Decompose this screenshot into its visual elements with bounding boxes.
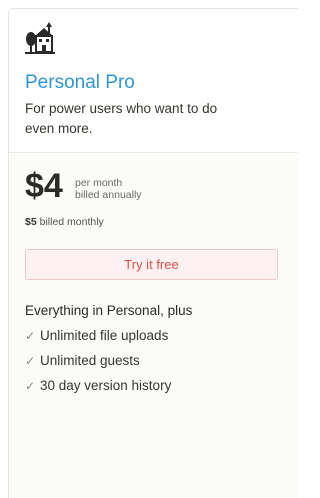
plan-name: Personal Pro bbox=[25, 72, 135, 93]
feature-item: ✓ 30 day version history bbox=[25, 378, 171, 393]
feature-label: Unlimited file uploads bbox=[40, 328, 169, 343]
monthly-billing-label: billed monthly bbox=[39, 216, 104, 228]
try-it-free-button[interactable]: Try it free bbox=[25, 249, 278, 280]
feature-label: 30 day version history bbox=[40, 378, 172, 393]
card-header: Personal Pro For power users who want to… bbox=[9, 9, 298, 152]
monthly-price-text: $5 billed monthly bbox=[25, 216, 104, 228]
feature-item: ✓ Unlimited file uploads bbox=[25, 328, 168, 343]
feature-item: ✓ Unlimited guests bbox=[25, 353, 140, 368]
price-note-billing: billed annually bbox=[75, 189, 142, 201]
price-note: per month billed annually bbox=[75, 177, 142, 201]
plan-description: For power users who want to do even more… bbox=[25, 101, 218, 136]
pricing-card: Personal Pro For power users who want to… bbox=[8, 8, 298, 498]
check-icon: ✓ bbox=[25, 354, 36, 368]
price: $4 bbox=[25, 167, 63, 205]
check-icon: ✓ bbox=[25, 329, 36, 343]
check-icon: ✓ bbox=[25, 379, 36, 393]
card-body: $4 per month billed annually $5 billed m… bbox=[9, 152, 298, 498]
building-icon bbox=[25, 22, 55, 54]
monthly-price: $5 bbox=[25, 216, 37, 228]
features-heading: Everything in Personal, plus bbox=[25, 303, 193, 318]
price-note-period: per month bbox=[75, 177, 123, 189]
feature-label: Unlimited guests bbox=[40, 353, 140, 368]
